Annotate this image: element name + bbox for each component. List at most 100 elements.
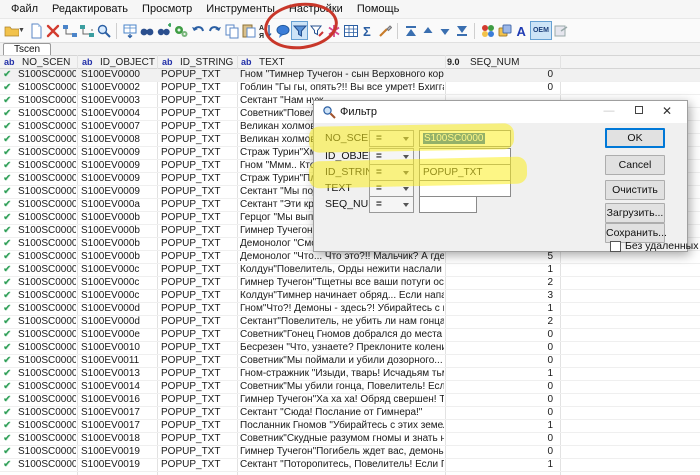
cell: POPUP_TXT bbox=[161, 329, 235, 341]
value-input-id-object[interactable] bbox=[419, 148, 511, 165]
menu-bar: Файл Редактировать Просмотр Инструменты … bbox=[0, 0, 700, 18]
no-deleted-checkbox[interactable] bbox=[610, 241, 621, 252]
minimize-button[interactable]: — bbox=[597, 101, 621, 122]
maximize-button[interactable] bbox=[627, 101, 651, 122]
palette-icon[interactable] bbox=[479, 21, 496, 40]
sum-icon[interactable]: Σ bbox=[359, 21, 376, 40]
table-row[interactable]: ✔S100SC0000S100EV000ePOPUP_TXTСоветник"Г… bbox=[0, 329, 700, 342]
op-select-id-object[interactable]: = bbox=[369, 148, 414, 165]
menu-view[interactable]: Просмотр bbox=[135, 1, 199, 17]
value-input-text[interactable] bbox=[419, 180, 511, 197]
cell: S100EV0003 bbox=[81, 95, 155, 107]
table-row[interactable]: ✔S100SC0000S100EV0014POPUP_TXTСоветник"М… bbox=[0, 381, 700, 394]
col-type-icon: ab bbox=[4, 57, 15, 67]
value-input-no-scen[interactable]: S100SC0000 bbox=[419, 130, 511, 147]
cell: S100EV000b bbox=[81, 225, 155, 237]
filter-clear-icon[interactable] bbox=[325, 21, 342, 40]
row-check-icon: ✔ bbox=[3, 147, 11, 159]
cancel-button[interactable]: Cancel bbox=[605, 155, 665, 175]
filter-icon[interactable] bbox=[291, 21, 308, 40]
find-next-icon[interactable] bbox=[155, 21, 172, 40]
col-header-text[interactable]: TEXT bbox=[259, 57, 285, 68]
menu-tools[interactable]: Инструменты bbox=[199, 1, 282, 17]
table-row[interactable]: ✔S100SC0000S100EV0019POPUP_TXTСектант "П… bbox=[0, 459, 700, 472]
comment-bubble-icon[interactable] bbox=[274, 21, 291, 40]
layers-icon[interactable] bbox=[496, 21, 513, 40]
table-row[interactable]: ✔S100SC0000S100EV000bPOPUP_TXTДемонолог … bbox=[0, 251, 700, 264]
table-row[interactable]: ✔S100SC0000S100EV0013POPUP_TXTГном-страж… bbox=[0, 368, 700, 381]
copy-icon[interactable] bbox=[223, 21, 240, 40]
cell: 0 bbox=[445, 381, 553, 393]
row-check-icon: ✔ bbox=[3, 342, 11, 354]
table-row[interactable]: ✔S100SC0000S100EV0000POPUP_TXTГном "Тимн… bbox=[0, 69, 700, 82]
op-select-id-string[interactable]: = bbox=[369, 164, 414, 181]
font-icon[interactable]: A bbox=[513, 21, 530, 40]
grid-header[interactable]: ab NO_SCEN ab ID_OBJECT ab ID_STRING ab … bbox=[0, 55, 700, 69]
cell: S100SC0000 bbox=[18, 264, 76, 276]
cell: 0 bbox=[445, 342, 553, 354]
table-row[interactable]: ✔S100SC0000S100EV000dPOPUP_TXTСектант"По… bbox=[0, 316, 700, 329]
col-header-no-scen[interactable]: NO_SCEN bbox=[22, 57, 70, 68]
table-row[interactable]: ✔S100SC0000S100EV0019POPUP_TXTГимнер Туч… bbox=[0, 446, 700, 459]
cell: S100EV0019 bbox=[81, 459, 155, 471]
nav-last-icon[interactable] bbox=[453, 21, 470, 40]
cell: S100EV0017 bbox=[81, 420, 155, 432]
row-check-icon: ✔ bbox=[3, 381, 11, 393]
export-icon[interactable] bbox=[552, 21, 569, 40]
table-row[interactable]: ✔S100SC0000S100EV0010POPUP_TXTБесрезен "… bbox=[0, 342, 700, 355]
cell: S100EV0011 bbox=[81, 355, 155, 367]
table-row[interactable]: ✔S100SC0000S100EV000dPOPUP_TXTГном"Что?!… bbox=[0, 303, 700, 316]
op-select-text[interactable]: = bbox=[369, 180, 414, 197]
table-row[interactable]: ✔S100SC0000S100EV000cPOPUP_TXTКолдун"Тим… bbox=[0, 290, 700, 303]
table-row[interactable]: ✔S100SC0000S100EV0016POPUP_TXTГимнер Туч… bbox=[0, 394, 700, 407]
paste-icon[interactable] bbox=[240, 21, 257, 40]
link-id-alt-icon[interactable] bbox=[78, 21, 95, 40]
table-row[interactable]: ✔S100SC0000S100EV000cPOPUP_TXTКолдун"Пов… bbox=[0, 264, 700, 277]
nav-first-icon[interactable] bbox=[402, 21, 419, 40]
col-header-id-object[interactable]: ID_OBJECT bbox=[100, 57, 155, 68]
load-button[interactable]: Загрузить... bbox=[605, 203, 665, 223]
table-row[interactable]: ✔S100SC0000S100EV0017POPUP_TXTПосланник … bbox=[0, 420, 700, 433]
search-icon[interactable] bbox=[95, 21, 112, 40]
nav-prev-icon[interactable] bbox=[419, 21, 436, 40]
oem-toggle[interactable]: OEM bbox=[530, 21, 552, 40]
col-header-id-string[interactable]: ID_STRING bbox=[180, 57, 233, 68]
dialog-titlebar[interactable]: Фильтр — ✕ bbox=[314, 101, 687, 123]
run-gears-icon[interactable] bbox=[172, 21, 189, 40]
menu-settings[interactable]: Настройки bbox=[282, 1, 350, 17]
table-row[interactable]: ✔S100SC0000S100EV000cPOPUP_TXTГимнер Туч… bbox=[0, 277, 700, 290]
nav-next-icon[interactable] bbox=[436, 21, 453, 40]
ok-button[interactable]: OK bbox=[605, 128, 665, 148]
open-dropdown-icon[interactable]: ▼ bbox=[18, 27, 25, 34]
undo-icon[interactable] bbox=[189, 21, 206, 40]
cell: Демонолог "Что... Что это?!! Мальчик? А … bbox=[240, 251, 444, 263]
table-row[interactable]: ✔S100SC0000S100EV0002POPUP_TXTГоблин "Гы… bbox=[0, 82, 700, 95]
new-file-icon[interactable] bbox=[27, 21, 44, 40]
sort-az-icon[interactable]: AЯ bbox=[257, 21, 274, 40]
value-input-seq-num[interactable] bbox=[419, 196, 477, 213]
col-header-seq-num[interactable]: SEQ_NUM bbox=[470, 57, 519, 68]
delete-icon[interactable] bbox=[44, 21, 61, 40]
link-id-icon[interactable] bbox=[61, 21, 78, 40]
redo-icon[interactable] bbox=[206, 21, 223, 40]
close-button[interactable]: ✕ bbox=[655, 101, 679, 122]
table-row[interactable]: ✔S100SC0000S100EV0018POPUP_TXTСоветник"С… bbox=[0, 433, 700, 446]
brush-icon[interactable] bbox=[376, 21, 393, 40]
menu-help[interactable]: Помощь bbox=[350, 1, 407, 17]
find-icon[interactable] bbox=[138, 21, 155, 40]
goto-row-icon[interactable] bbox=[121, 21, 138, 40]
op-select-seq-num[interactable]: = bbox=[369, 196, 414, 213]
cell: S100SC0000 bbox=[18, 303, 76, 315]
clear-button[interactable]: Очистить bbox=[605, 180, 665, 200]
cell: Гимнер Тучегон"Ха ха ха! Обряд свершен! … bbox=[240, 394, 444, 406]
filter-edit-icon[interactable] bbox=[308, 21, 325, 40]
table-row[interactable]: ✔S100SC0000S100EV0011POPUP_TXTСоветник"М… bbox=[0, 355, 700, 368]
value-input-id-string[interactable]: POPUP_TXT bbox=[419, 164, 511, 181]
menu-edit[interactable]: Редактировать bbox=[45, 1, 135, 17]
cell: Советник"Скудные разумом гномы и знать н… bbox=[240, 433, 444, 445]
op-select-no-scen[interactable]: = bbox=[369, 130, 414, 147]
table-view-icon[interactable] bbox=[342, 21, 359, 40]
cell: Сектант "Поторопитесь, Повелитель! Если … bbox=[240, 459, 444, 471]
menu-file[interactable]: Файл bbox=[4, 1, 45, 17]
table-row[interactable]: ✔S100SC0000S100EV0017POPUP_TXTСектант "С… bbox=[0, 407, 700, 420]
